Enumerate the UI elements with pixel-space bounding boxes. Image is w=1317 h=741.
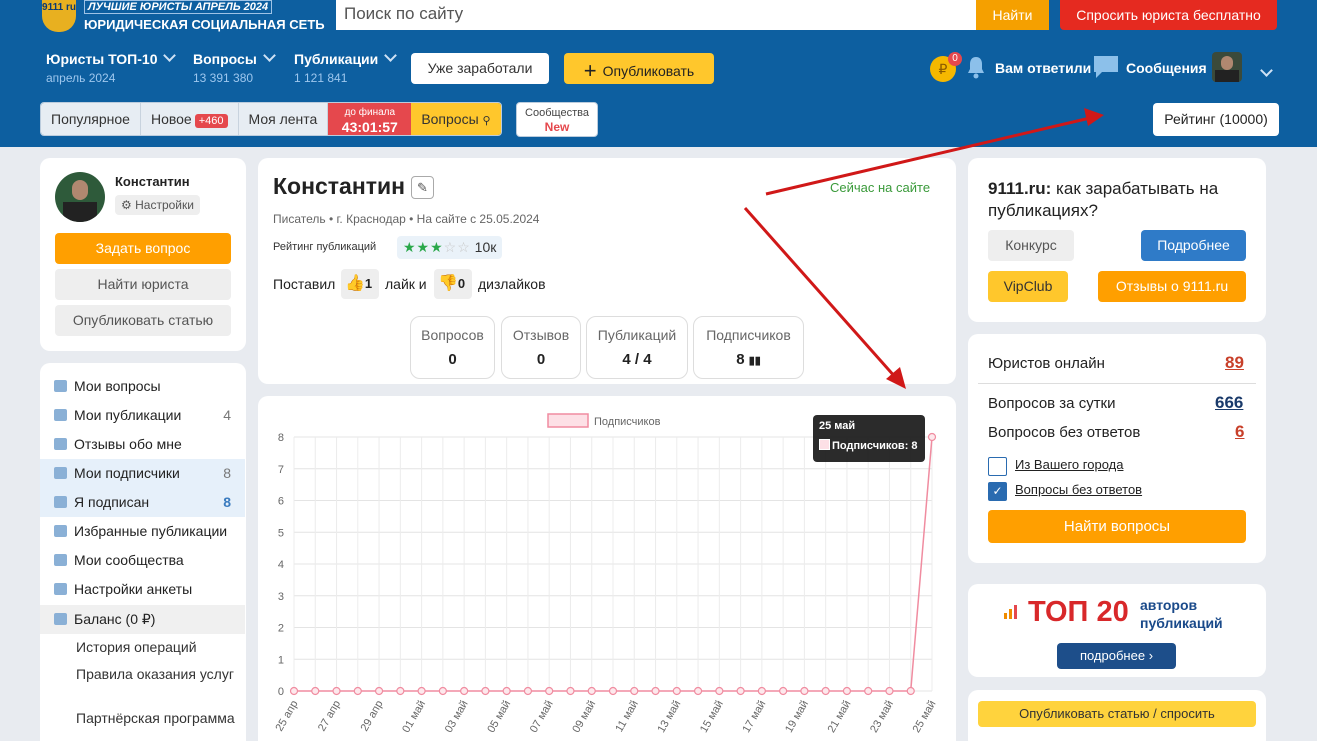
day-value[interactable]: 666 — [1215, 393, 1243, 413]
chevron-right-icon: › — [1148, 648, 1154, 663]
publish-ask-button[interactable]: Опубликовать статью / спросить — [978, 701, 1256, 727]
top20-more-label: подробнее — [1079, 648, 1146, 663]
contest-button[interactable]: Конкурс — [988, 230, 1074, 261]
top20-sub1: авторов — [1140, 597, 1198, 613]
online-value[interactable]: 89 — [1225, 353, 1244, 373]
promo-title[interactable]: 9111.ru: как зарабатывать на публикациях… — [988, 178, 1238, 222]
day-label: Вопросов за сутки — [988, 395, 1116, 412]
noanswer-checkbox[interactable]: ✓ — [988, 482, 1007, 501]
online-label: Юристов онлайн — [988, 355, 1105, 372]
city-checkbox[interactable] — [988, 457, 1007, 476]
noanswer-checkbox-label[interactable]: Вопросы без ответов — [1015, 482, 1142, 497]
reviews-button[interactable]: Отзывы о 9111.ru — [1098, 271, 1246, 302]
bar-chart-icon — [1003, 604, 1019, 620]
find-questions-button[interactable]: Найти вопросы — [988, 510, 1246, 543]
more-button[interactable]: Подробнее — [1141, 230, 1246, 261]
promo-title-bold: 9111.ru: — [988, 179, 1052, 198]
unanswered-label: Вопросов без ответов — [988, 424, 1141, 441]
divider — [978, 383, 1256, 384]
top20-more-button[interactable]: подробнее › — [1057, 643, 1176, 669]
unanswered-value[interactable]: 6 — [1235, 422, 1244, 442]
top20-sub2: публикаций — [1140, 615, 1223, 631]
top20-title: ТОП 20 — [1028, 596, 1129, 628]
city-checkbox-label[interactable]: Из Вашего города — [1015, 457, 1123, 472]
vipclub-button[interactable]: VipClub — [988, 271, 1068, 302]
top20-subtitle: авторов публикаций — [1140, 596, 1223, 632]
